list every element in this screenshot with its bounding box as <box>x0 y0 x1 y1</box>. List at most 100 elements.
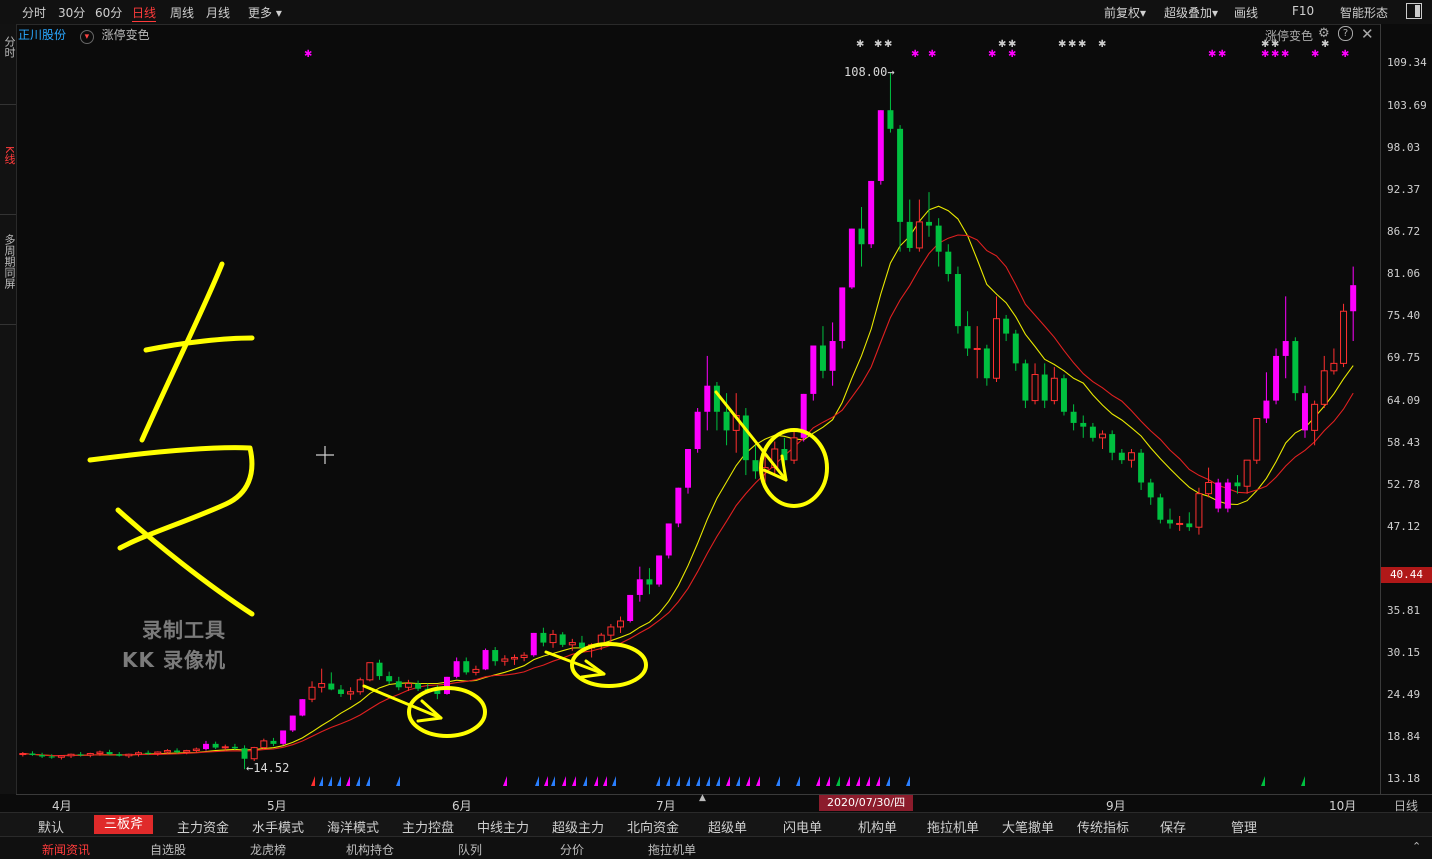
tab-default[interactable]: 默认 <box>38 817 64 836</box>
smart-pattern-button[interactable]: 智能形态 <box>1340 4 1388 21</box>
f10-button[interactable]: F10 <box>1292 4 1314 18</box>
candle-body <box>742 415 749 461</box>
signal-marker <box>396 776 400 786</box>
star-marker: ✱ <box>988 49 996 60</box>
tab-main-funds[interactable]: 主力资金 <box>177 817 229 836</box>
tab-flash-order[interactable]: 闪电单 <box>783 817 822 836</box>
candle-body <box>183 750 191 753</box>
candle <box>1243 459 1251 494</box>
tab-north-funds[interactable]: 北向资金 <box>627 817 679 836</box>
signal-marker <box>826 776 830 786</box>
panel-toggle-icon[interactable] <box>1406 3 1422 19</box>
tab-institution-order[interactable]: 机构单 <box>858 817 897 836</box>
sidebar-item-kline[interactable]: K线 <box>1 146 16 164</box>
watermark-line2: KK 录像机 <box>122 648 226 672</box>
period-daily[interactable]: 日线 <box>132 4 157 22</box>
tab-sailor-mode[interactable]: 水手模式 <box>252 817 304 836</box>
tab-price-dist[interactable]: 分价 <box>560 841 584 858</box>
scroll-triangle-icon[interactable]: ▲ <box>699 793 706 803</box>
tab-tractor-order-2[interactable]: 拖拉机单 <box>648 841 696 858</box>
period-fenshi[interactable]: 分时 <box>22 4 46 21</box>
signal-marker <box>1301 776 1305 786</box>
period-more[interactable]: 更多 ▾ <box>248 4 282 21</box>
tab-sanbanfu[interactable]: 三板斧 <box>94 815 154 834</box>
star-marker: ✱ <box>1218 49 1226 60</box>
arrow-right-icon: → <box>887 65 895 79</box>
candle-body <box>578 642 585 648</box>
candle-body <box>29 753 36 756</box>
candle <box>1060 374 1067 416</box>
star-marker: ✱ <box>856 39 864 50</box>
candle <box>935 218 942 267</box>
candle <box>453 657 460 679</box>
y-tick: 75.40 <box>1387 309 1421 322</box>
tab-institution-holdings[interactable]: 机构持仓 <box>346 841 394 858</box>
candle <box>472 665 480 676</box>
signal-marker <box>776 776 780 786</box>
candle <box>964 311 971 356</box>
adjust-rights-dropdown[interactable]: 前复权▾ <box>1104 4 1146 21</box>
tab-midline-main[interactable]: 中线主力 <box>477 817 529 836</box>
candle <box>29 751 36 756</box>
candle <box>1282 296 1289 379</box>
candle-body <box>1186 523 1193 528</box>
help-icon[interactable]: ? <box>1338 26 1353 41</box>
candle-body <box>1253 417 1261 461</box>
stock-name[interactable]: 正川股份 <box>18 28 66 42</box>
candle-body <box>1330 362 1338 372</box>
signal-marker <box>311 776 315 786</box>
sidebar-item-multi-period[interactable]: 多周期同屏 <box>1 234 16 289</box>
close-icon[interactable]: ✕ <box>1361 25 1374 43</box>
tab-dragon-tiger[interactable]: 龙虎榜 <box>250 841 286 858</box>
candle-body <box>993 318 1000 379</box>
candle-body <box>829 341 836 371</box>
candle <box>260 738 268 750</box>
tab-super-main[interactable]: 超级主力 <box>552 817 604 836</box>
y-tick: 52.78 <box>1387 478 1421 491</box>
settings-gear-icon[interactable]: ⚙ <box>1318 26 1330 41</box>
indicator-dropdown-icon[interactable]: ▾ <box>79 30 94 44</box>
draw-line-button[interactable]: 画线 <box>1234 4 1258 21</box>
period-30min[interactable]: 30分 <box>58 4 85 21</box>
candle-body <box>810 345 817 394</box>
candle-body <box>1012 333 1019 364</box>
kline-chart[interactable]: ✱✱ ✱ ✱✱ ✱✱ ✱✱ ✱✱ ✱ ✱ ✱✱ ✱✱ ✱ ✱✱ ✱ ✱ ✱ ✱ <box>16 24 1380 794</box>
candle-body <box>145 752 152 754</box>
candle-body <box>617 620 625 628</box>
signal-marker <box>836 776 840 786</box>
tab-large-cancel[interactable]: 大笔撤单 <box>1002 817 1054 836</box>
candle-body <box>656 555 663 585</box>
candle-body <box>347 691 355 695</box>
candle <box>39 752 46 759</box>
period-monthly[interactable]: 月线 <box>206 4 230 21</box>
tab-main-control[interactable]: 主力控盘 <box>402 817 454 836</box>
signal-marker <box>906 776 910 786</box>
candle <box>1330 348 1338 375</box>
candle-body <box>713 385 720 412</box>
tab-news[interactable]: 新闻资讯 <box>42 841 90 858</box>
tab-ocean-mode[interactable]: 海洋模式 <box>327 817 379 836</box>
tab-super-order[interactable]: 超级单 <box>708 817 747 836</box>
tab-traditional[interactable]: 传统指标 <box>1077 817 1129 836</box>
candle <box>1147 478 1154 505</box>
y-tick: 86.72 <box>1387 225 1421 238</box>
expand-icon[interactable]: ⌃ <box>1412 840 1421 853</box>
star-marker: ✱ <box>1208 49 1216 60</box>
period-60min[interactable]: 60分 <box>95 4 122 21</box>
star-marker: ✱ <box>1068 39 1076 50</box>
overlay-dropdown[interactable]: 超级叠加▾ <box>1164 4 1218 21</box>
period-weekly[interactable]: 周线 <box>170 4 194 21</box>
star-marker: ✱ <box>928 49 936 60</box>
tab-watchlist[interactable]: 自选股 <box>150 841 186 858</box>
candle <box>627 594 634 623</box>
tab-tractor-order[interactable]: 拖拉机单 <box>927 817 979 836</box>
sidebar-item-fenshi[interactable]: 分时 <box>1 36 16 58</box>
tab-queue[interactable]: 队列 <box>458 841 482 858</box>
tab-manage[interactable]: 管理 <box>1231 817 1257 836</box>
candle-body <box>935 225 942 252</box>
star-marker: ✱ <box>911 49 919 60</box>
candle <box>337 685 344 697</box>
candle <box>67 753 75 759</box>
candle-body <box>337 689 344 694</box>
tab-save[interactable]: 保存 <box>1160 817 1186 836</box>
